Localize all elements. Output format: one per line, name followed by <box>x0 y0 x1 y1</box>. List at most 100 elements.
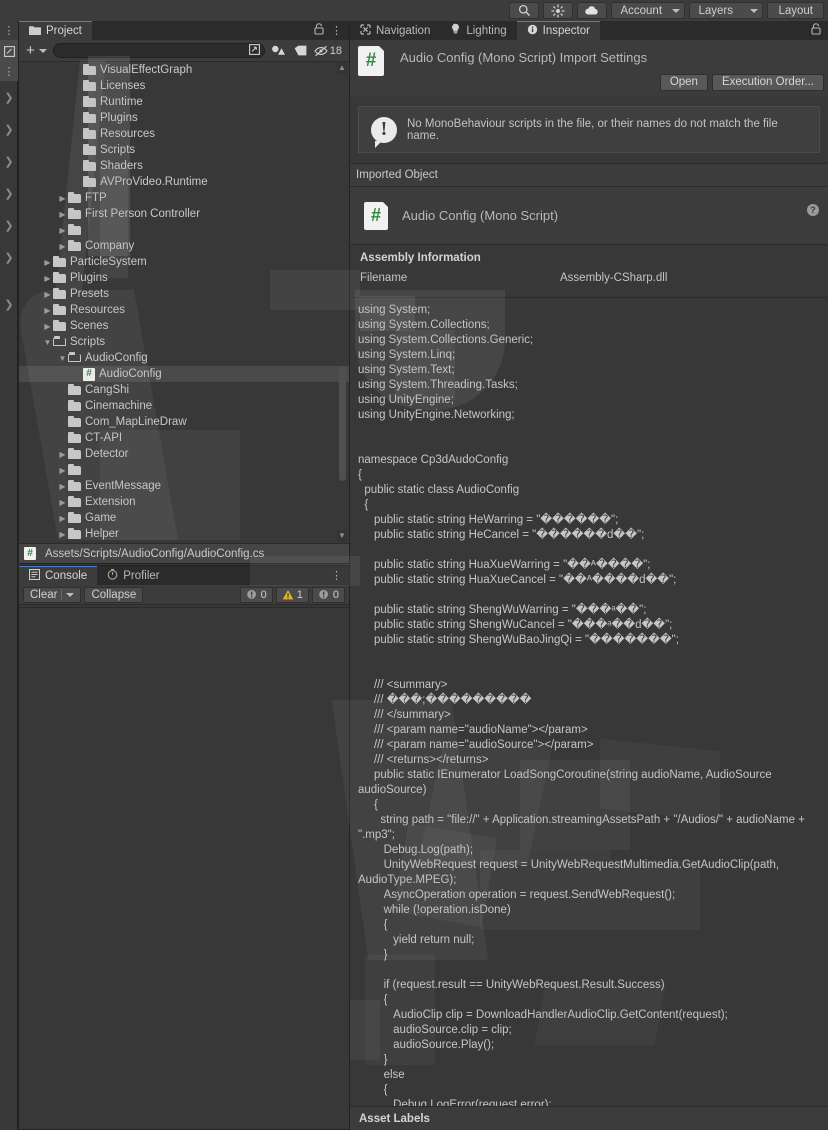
cloud-icon[interactable] <box>577 2 608 19</box>
tab-inspector[interactable]: Inspector <box>516 21 600 40</box>
collapse-button[interactable]: Collapse <box>84 586 144 603</box>
search-input[interactable] <box>52 43 265 58</box>
chevron-right-icon[interactable]: ▶ <box>57 194 68 203</box>
tree-item[interactable]: ▶ Company <box>19 238 349 254</box>
clear-button[interactable]: Clear <box>23 586 82 603</box>
strip-expand-icon-4[interactable]: ❯ <box>0 177 18 209</box>
account-dropdown[interactable]: Account <box>611 2 686 19</box>
tree-item[interactable]: ▶ Scenes <box>19 318 349 334</box>
chevron-right-icon[interactable]: ▶ <box>57 210 68 219</box>
csharp-file-icon: # <box>24 547 36 560</box>
tree-item[interactable]: ▶ FTP <box>19 190 349 206</box>
tab-console[interactable]: Console <box>19 566 98 585</box>
chevron-right-icon[interactable]: ▶ <box>57 530 68 539</box>
strip-expand-icon-7[interactable]: ❯ <box>0 273 18 335</box>
layers-dropdown[interactable]: Layers <box>689 2 764 19</box>
error-count-toggle[interactable]: 0 <box>239 586 273 603</box>
filter-type-icon[interactable] <box>268 42 288 59</box>
tree-item[interactable]: Plugins <box>19 110 349 126</box>
console-log-list[interactable] <box>19 607 349 1129</box>
tree-item[interactable]: Runtime <box>19 94 349 110</box>
folder-icon <box>68 415 81 428</box>
kebab-menu-icon[interactable]: ⋮ <box>331 25 342 36</box>
strip-expand-icon-2[interactable]: ❯ <box>0 113 18 145</box>
collapsed-hierarchy-strip[interactable]: ⋮ ⋮ ❯ ❯ ❯ ❯ ❯ ❯ ❯ <box>0 21 18 1130</box>
tree-item[interactable]: ▼ Scripts <box>19 334 349 350</box>
imported-object-name: Audio Config (Mono Script) <box>402 208 559 223</box>
strip-expand-icon-5[interactable]: ❯ <box>0 209 18 241</box>
tree-item[interactable]: Cinemachine <box>19 398 349 414</box>
chevron-right-icon[interactable]: ▶ <box>57 242 68 251</box>
strip-expand-icon-1[interactable]: ❯ <box>0 81 18 113</box>
help-icon[interactable]: ? <box>807 204 819 216</box>
chevron-right-icon[interactable]: ▶ <box>57 514 68 523</box>
tree-item[interactable]: Licenses <box>19 78 349 94</box>
tree-item[interactable]: ▶ <box>19 462 349 478</box>
script-preview[interactable]: using System; using System.Collections; … <box>350 297 828 1106</box>
chevron-right-icon[interactable]: ▶ <box>57 466 68 475</box>
tree-scroll-up-button[interactable]: ▲ <box>337 62 347 74</box>
tree-scrollbar-thumb[interactable] <box>339 366 346 481</box>
chevron-down-icon[interactable]: ▼ <box>42 338 53 347</box>
info-count-toggle[interactable]: 0 <box>311 586 345 603</box>
tree-item[interactable]: Com_MapLineDraw <box>19 414 349 430</box>
tree-item[interactable]: ▼ AudioConfig <box>19 350 349 366</box>
lock-icon[interactable] <box>811 23 821 38</box>
strip-panel-icon[interactable] <box>0 40 18 62</box>
strip-menu-icon[interactable]: ⋮ <box>0 21 18 40</box>
tree-item[interactable]: ▶ First Person Controller <box>19 206 349 222</box>
chevron-right-icon[interactable]: ▶ <box>42 306 53 315</box>
tab-project[interactable]: Project <box>19 21 92 40</box>
tree-item[interactable]: ▶ Plugins <box>19 270 349 286</box>
chevron-right-icon[interactable]: ▶ <box>42 274 53 283</box>
chevron-right-icon[interactable]: ▶ <box>42 322 53 331</box>
tree-item[interactable]: # AudioConfig <box>19 366 349 382</box>
chevron-right-icon[interactable]: ▶ <box>57 226 68 235</box>
chevron-right-icon[interactable]: ▶ <box>57 498 68 507</box>
tab-navigation[interactable]: Navigation <box>350 21 441 40</box>
gizmo-icon[interactable] <box>543 2 574 19</box>
chevron-right-icon[interactable]: ▶ <box>57 450 68 459</box>
tree-item-label: Game <box>85 512 117 524</box>
tree-item[interactable]: ▶ Game <box>19 510 349 526</box>
tree-item[interactable]: Shaders <box>19 158 349 174</box>
tree-item[interactable]: ▶ Presets <box>19 286 349 302</box>
tree-item[interactable]: VisualEffectGraph <box>19 62 349 78</box>
chevron-right-icon[interactable]: ▶ <box>57 482 68 491</box>
tree-item[interactable]: Resources <box>19 126 349 142</box>
execution-order-button[interactable]: Execution Order... <box>711 73 824 91</box>
add-asset-button[interactable]: + <box>23 42 50 59</box>
project-tree[interactable]: VisualEffectGraph Licenses Runtime Plugins R… <box>19 62 349 542</box>
chevron-right-icon[interactable]: ▶ <box>42 258 53 267</box>
console-panel: Console Profiler ⋮ Clear Collapse 0 1 0 <box>18 565 350 1130</box>
open-button[interactable]: Open <box>659 73 708 91</box>
chevron-right-icon[interactable]: ▶ <box>42 290 53 299</box>
lock-icon[interactable] <box>314 23 324 38</box>
tree-item[interactable]: ▶ Resources <box>19 302 349 318</box>
tree-item[interactable]: CangShi <box>19 382 349 398</box>
chevron-down-icon[interactable]: ▼ <box>57 354 68 363</box>
search-icon[interactable] <box>509 2 540 19</box>
tree-item[interactable]: ▶ EventMessage <box>19 478 349 494</box>
tree-item[interactable]: Scripts <box>19 142 349 158</box>
tree-scroll-down-button[interactable]: ▼ <box>337 530 347 542</box>
tree-item[interactable]: ▶ Extension <box>19 494 349 510</box>
strip-expand-icon-6[interactable]: ❯ <box>0 241 18 273</box>
tree-item[interactable]: ▶ Detector <box>19 446 349 462</box>
tree-item[interactable]: AVProVideo.Runtime <box>19 174 349 190</box>
warning-count-toggle[interactable]: 1 <box>275 586 309 603</box>
tree-item[interactable]: ▶ ParticleSystem <box>19 254 349 270</box>
search-scope-icon[interactable] <box>248 43 260 58</box>
tree-item[interactable]: ▶ Helper <box>19 526 349 542</box>
folder-icon <box>53 303 66 316</box>
kebab-menu-icon[interactable]: ⋮ <box>331 570 342 581</box>
tab-profiler[interactable]: Profiler <box>97 566 170 585</box>
tab-lighting[interactable]: Lighting <box>440 21 517 40</box>
tree-item[interactable]: ▶ <box>19 222 349 238</box>
tree-item[interactable]: CT-API <box>19 430 349 446</box>
filter-label-icon[interactable] <box>291 42 311 59</box>
hidden-packages-badge[interactable]: 18 <box>314 45 345 57</box>
layout-dropdown[interactable]: Layout <box>767 2 824 19</box>
strip-menu-icon-2[interactable]: ⋮ <box>0 62 18 81</box>
strip-expand-icon-3[interactable]: ❯ <box>0 145 18 177</box>
